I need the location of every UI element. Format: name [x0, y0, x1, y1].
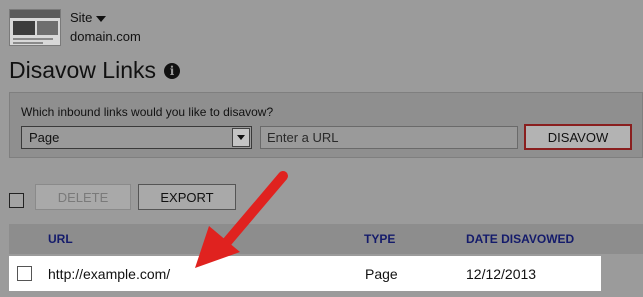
row-type: Page: [365, 266, 398, 282]
disavow-panel: Which inbound links would you like to di…: [9, 92, 643, 158]
delete-button[interactable]: DELETE: [35, 184, 131, 210]
url-input[interactable]: [260, 126, 518, 149]
info-icon[interactable]: i: [164, 62, 180, 79]
disavow-prompt: Which inbound links would you like to di…: [21, 105, 274, 119]
table-header: URL TYPE DATE DISAVOWED: [9, 224, 643, 254]
column-header-type[interactable]: TYPE: [364, 232, 395, 246]
row-checkbox[interactable]: [17, 266, 32, 281]
table-row: http://example.com/ Page 12/12/2013: [9, 256, 601, 291]
site-domain: domain.com: [70, 29, 141, 44]
chevron-down-icon: [96, 15, 107, 22]
site-thumbnail: [9, 9, 61, 46]
export-button[interactable]: EXPORT: [138, 184, 236, 210]
link-type-value: Page: [29, 130, 60, 145]
site-selector[interactable]: Site: [70, 10, 107, 25]
site-label: Site: [70, 10, 93, 25]
row-url: http://example.com/: [48, 266, 171, 282]
disavow-button[interactable]: DISAVOW: [524, 124, 632, 150]
column-header-date[interactable]: DATE DISAVOWED: [466, 232, 574, 246]
link-type-select[interactable]: Page: [21, 126, 252, 149]
dropdown-arrow-icon[interactable]: [232, 128, 250, 147]
row-date: 12/12/2013: [466, 266, 537, 282]
page-title-text: Disavow Links: [9, 57, 156, 83]
page-title: Disavow Links i: [9, 57, 180, 84]
column-header-url[interactable]: URL: [48, 232, 73, 246]
select-all-checkbox[interactable]: [9, 193, 24, 208]
